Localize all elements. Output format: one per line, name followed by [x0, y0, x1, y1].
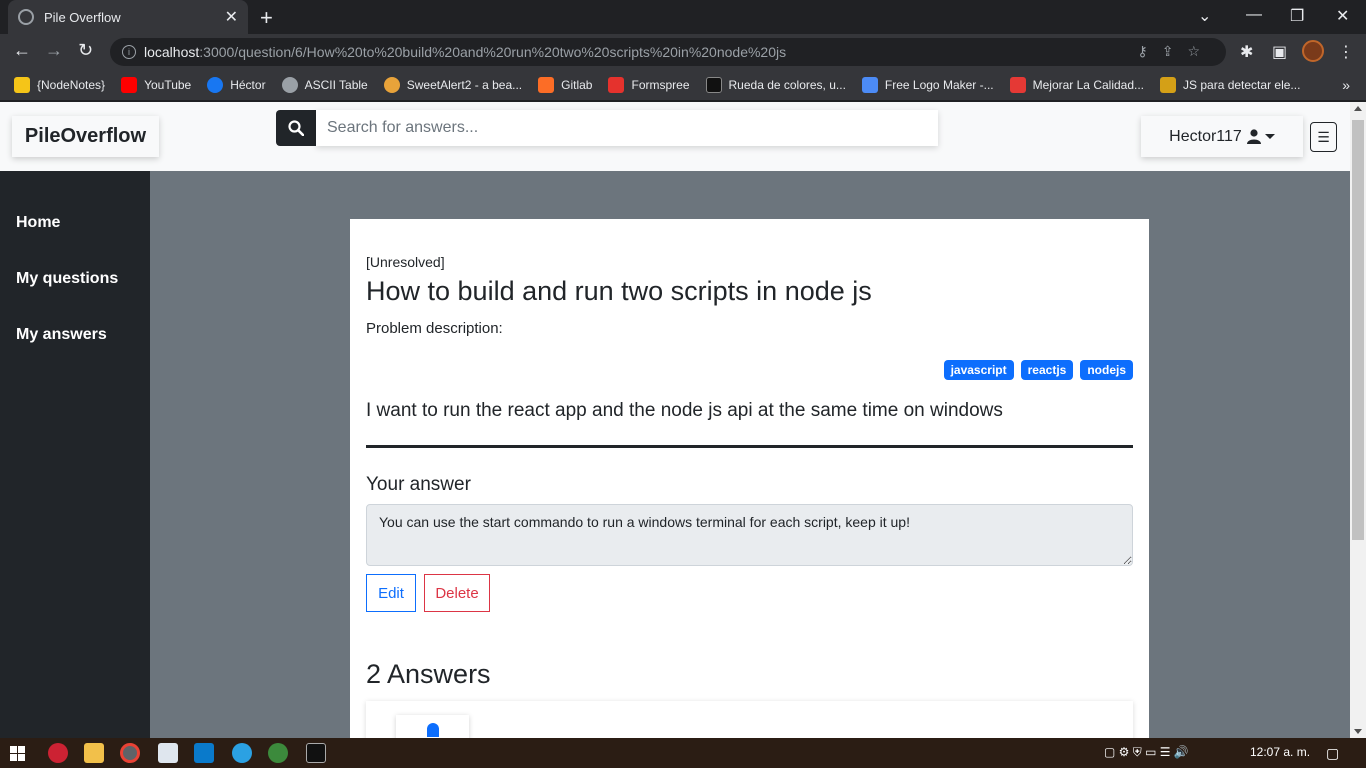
gitlab-icon [538, 77, 555, 93]
back-icon[interactable]: ← [13, 40, 31, 61]
bookmark-item[interactable]: Rueda de colores, u... [705, 77, 846, 93]
new-tab-icon[interactable]: + [260, 5, 273, 31]
tag-badge[interactable]: nodejs [1080, 360, 1133, 380]
bookmarks-bar: {NodeNotes} YouTube Héctor ASCII Table S… [0, 70, 1366, 100]
browser-toolbar: ← → ↻ i localhost:3000/question/6/How%20… [0, 34, 1366, 70]
zamzar-icon [1009, 77, 1026, 93]
terminal-icon[interactable] [306, 743, 326, 763]
browser-tabbar: Pile Overflow ✕ + ⌄ — ❐ ✕ [0, 0, 1366, 34]
user-menu-button[interactable]: Hector117 [1141, 116, 1303, 157]
close-tab-icon[interactable]: ✕ [225, 7, 238, 27]
bookmark-item[interactable]: Mejorar La Calidad... [1009, 77, 1144, 93]
globe-icon [18, 9, 34, 25]
tray-icons[interactable]: ▢ ⚙ ⛨ ▭ ☰ 🔊 [1104, 745, 1189, 760]
site-info-icon[interactable]: i [122, 45, 136, 59]
search-icon [288, 120, 304, 136]
your-answer-heading: Your answer [366, 474, 471, 495]
search-button[interactable] [276, 110, 316, 146]
omnibox-action-icons[interactable]: ⚷⇪☆ [1137, 43, 1214, 60]
app-icon[interactable] [232, 743, 252, 763]
minimize-icon[interactable]: — [1246, 6, 1262, 24]
url-path: :3000/question/6/How%20to%20build%20and%… [199, 44, 787, 60]
paint-icon[interactable] [48, 743, 68, 763]
chrome-icon[interactable] [120, 743, 140, 763]
reload-icon[interactable]: ↻ [78, 40, 93, 61]
sidebar: Home My questions My answers [0, 171, 150, 738]
answer-textarea[interactable] [366, 504, 1133, 566]
js-icon [1160, 77, 1177, 93]
node-icon[interactable] [268, 743, 288, 763]
question-body: I want to run the react app and the node… [366, 400, 1003, 421]
notepad-icon[interactable] [158, 743, 178, 763]
youtube-icon [121, 77, 138, 93]
more-bookmarks-icon[interactable]: » [1342, 77, 1350, 93]
question-card: [Unresolved] How to build and run two sc… [350, 219, 1149, 738]
user-icon [1246, 129, 1261, 144]
bookmark-item[interactable]: Formspree [608, 77, 690, 93]
restore-icon[interactable]: ❐ [1290, 6, 1304, 26]
tab-search-icon[interactable]: ⌄ [1198, 6, 1211, 26]
chevron-down-icon [1264, 134, 1275, 139]
delete-button[interactable]: Delete [424, 574, 490, 612]
notifications-icon[interactable]: ▢ [1326, 745, 1339, 762]
forward-icon[interactable]: → [45, 40, 63, 61]
tag-list: javascript reactjs nodejs [943, 360, 1133, 380]
menu-dots-icon[interactable]: ⋮ [1338, 42, 1354, 62]
formspree-icon [608, 77, 625, 93]
bookmark-item[interactable]: {NodeNotes} [14, 77, 105, 93]
vote-box[interactable] [396, 715, 469, 738]
bookmark-item[interactable]: Héctor [207, 77, 266, 93]
brand-logo[interactable]: PileOverflow [12, 116, 159, 157]
file-explorer-icon[interactable] [84, 743, 104, 763]
bookmark-item[interactable]: SweetAlert2 - a bea... [383, 77, 522, 93]
answer-item [366, 701, 1133, 738]
extensions-icon[interactable]: ✱ [1240, 42, 1253, 62]
question-title: How to build and run two scripts in node… [366, 276, 872, 306]
hamburger-icon: ☰ [1317, 128, 1330, 145]
page-scrollbar[interactable] [1350, 102, 1366, 738]
bookmark-icon [14, 77, 30, 93]
address-bar[interactable]: i localhost:3000/question/6/How%20to%20b… [110, 38, 1226, 66]
hamburger-menu-button[interactable]: ☰ [1310, 122, 1337, 152]
sweetalert-icon [383, 77, 400, 93]
top-navbar: PileOverflow Hector117 ☰ [0, 102, 1350, 171]
divider [366, 445, 1133, 448]
browser-tab[interactable]: Pile Overflow ✕ [8, 0, 248, 34]
color-wheel-icon [705, 77, 722, 93]
bookmark-item[interactable]: Gitlab [538, 77, 592, 93]
sidebar-item-home[interactable]: Home [16, 214, 60, 232]
description-label: Problem description: [366, 320, 503, 337]
logo-maker-icon [861, 77, 878, 93]
bookmark-item[interactable]: ASCII Table [281, 77, 368, 93]
tag-badge[interactable]: reactjs [1020, 360, 1074, 380]
taskbar-clock[interactable]: 12:07 a. m. [1250, 745, 1310, 759]
windows-taskbar: ▢ ⚙ ⛨ ▭ ☰ 🔊 12:07 a. m. ▢ [0, 738, 1366, 768]
profile-avatar[interactable] [1302, 40, 1324, 62]
vscode-icon[interactable] [194, 743, 214, 763]
tab-title: Pile Overflow [44, 9, 121, 25]
answers-count-heading: 2 Answers [366, 659, 491, 689]
close-window-icon[interactable]: ✕ [1336, 6, 1349, 26]
sidebar-item-my-answers[interactable]: My answers [16, 326, 107, 344]
bookmark-item[interactable]: YouTube [121, 77, 191, 93]
scroll-down-arrow-icon[interactable] [1354, 729, 1362, 734]
sidebar-item-my-questions[interactable]: My questions [16, 270, 118, 288]
bookmark-item[interactable]: Free Logo Maker -... [861, 77, 994, 93]
facebook-icon [207, 77, 224, 93]
windows-start-icon[interactable] [10, 746, 25, 761]
username-label: Hector117 [1169, 127, 1242, 145]
globe-icon [281, 77, 298, 93]
scroll-up-arrow-icon[interactable] [1354, 106, 1362, 111]
bookmark-item[interactable]: JS para detectar ele... [1160, 77, 1300, 93]
question-status: [Unresolved] [366, 254, 445, 270]
thumbs-up-icon[interactable] [427, 723, 439, 737]
page-viewport: PileOverflow Hector117 ☰ Home My questio… [0, 102, 1350, 738]
search-input[interactable] [316, 110, 938, 146]
tag-badge[interactable]: javascript [943, 360, 1014, 380]
scroll-thumb[interactable] [1352, 120, 1364, 540]
edit-button[interactable]: Edit [366, 574, 416, 612]
side-panel-icon[interactable]: ▣ [1272, 42, 1287, 62]
url-host: localhost [144, 44, 200, 60]
